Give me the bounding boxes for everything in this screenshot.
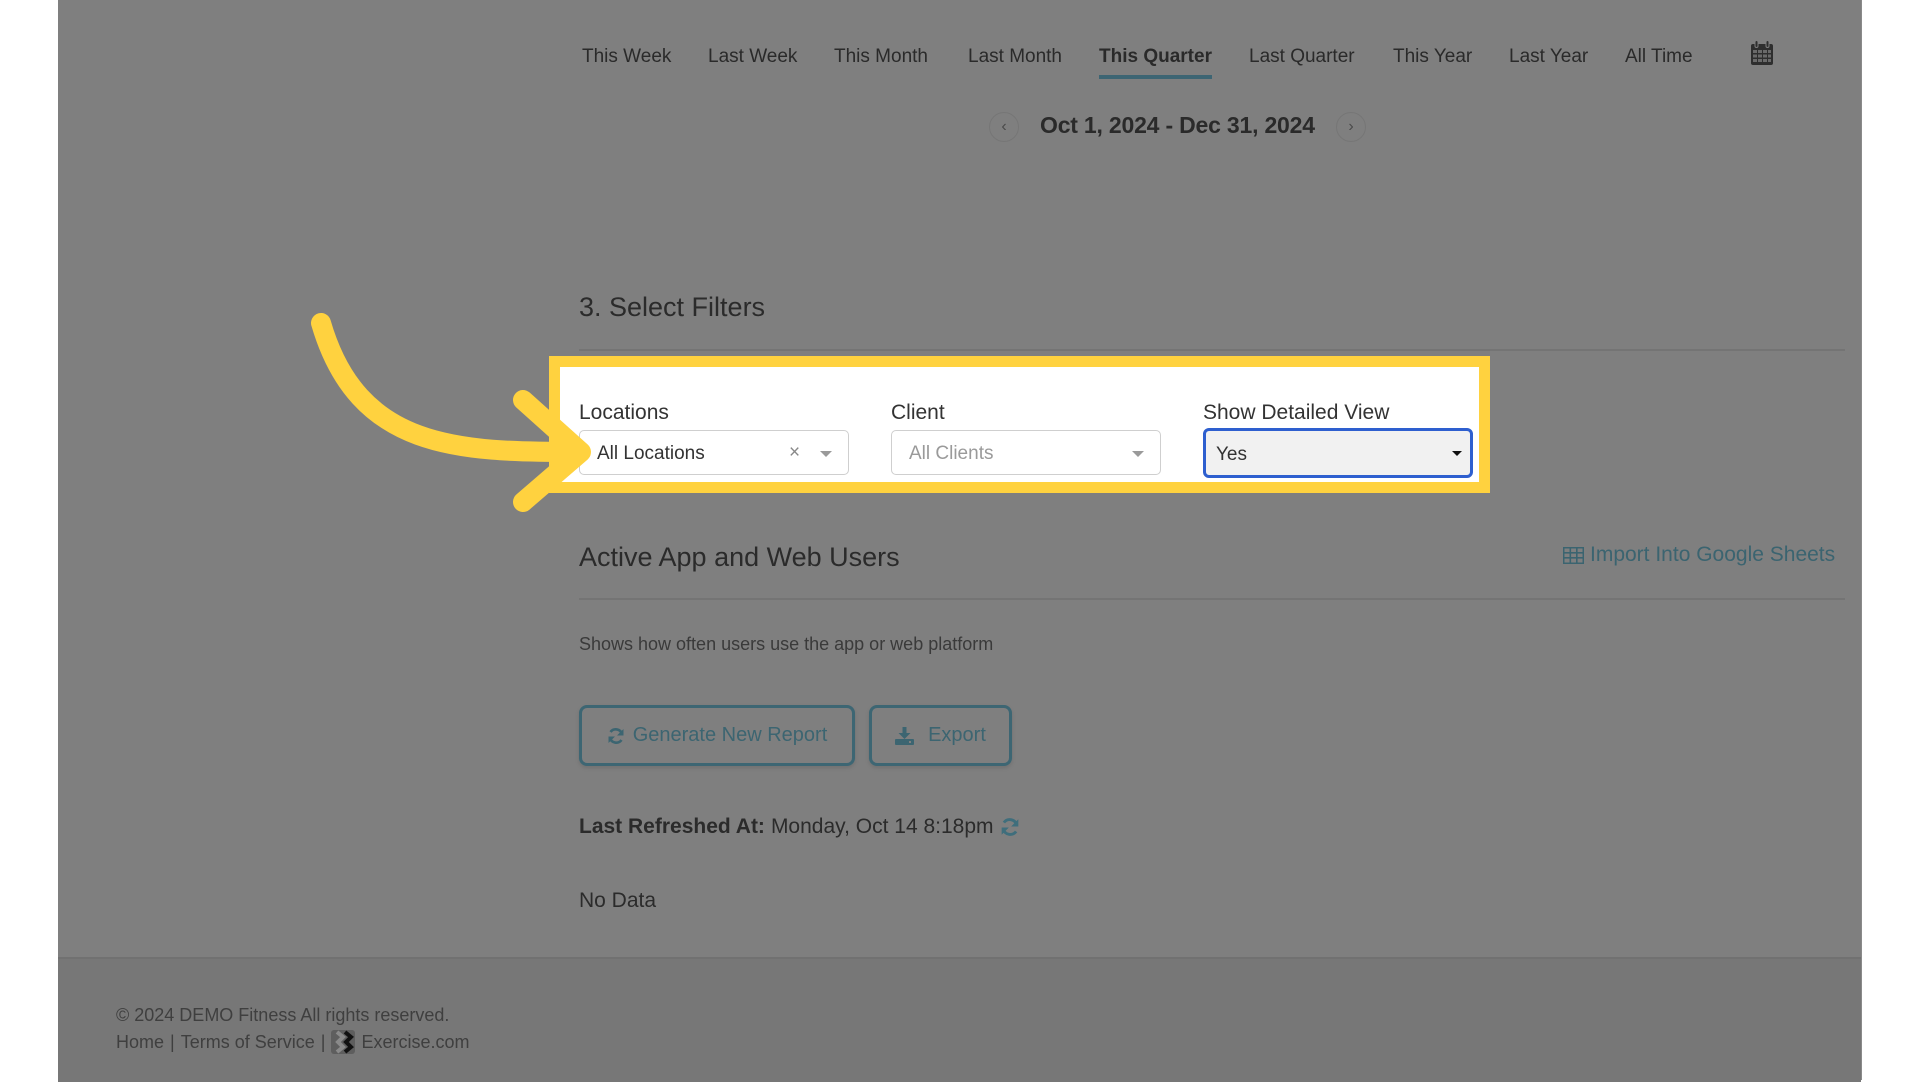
footer-copyright: © 2024 DEMO Fitness All rights reserved. [116,1005,450,1025]
tab-last-month[interactable]: Last Month [968,46,1062,68]
detailed-view-select[interactable]: Yes [1203,428,1473,478]
chevron-down-icon [820,451,832,457]
footer-brand-link[interactable]: Exercise.com [361,1032,469,1053]
exercise-logo-icon [331,1030,356,1054]
download-icon [895,726,915,745]
chevron-right-icon: › [1348,118,1354,135]
generate-report-button[interactable]: Generate New Report [579,705,855,766]
refresh-icon[interactable] [1000,817,1020,837]
locations-select[interactable]: All Locations × [579,430,849,475]
tab-this-month[interactable]: This Month [834,46,928,68]
generate-report-label: Generate New Report [632,724,828,746]
footer-separator: | [320,1031,326,1052]
annotation-arrow-icon [311,313,591,512]
calendar-icon[interactable] [1750,40,1774,66]
table-icon [1563,546,1584,564]
client-placeholder: All Clients [909,443,994,464]
import-google-sheets-label: Import Into Google Sheets [1590,543,1836,566]
caret-down-icon [1452,451,1462,456]
report-divider [579,598,1845,600]
footer: © 2024 DEMO Fitness All rights reserved.… [58,957,1861,1082]
refresh-icon [608,727,624,744]
last-refreshed-value: Monday, Oct 14 8:18pm [770,815,994,838]
chevron-left-icon: ‹ [1001,118,1007,135]
export-label: Export [928,724,986,746]
previous-period-button[interactable]: ‹ [989,112,1019,142]
detailed-view-value: Yes [1216,444,1247,465]
footer-home-link[interactable]: Home [116,1032,164,1053]
export-button[interactable]: Export [869,705,1012,766]
filters-divider [579,349,1845,351]
tab-this-week[interactable]: This Week [582,46,671,68]
footer-links: Home | Terms of Service | Exercise.com [116,1030,469,1054]
footer-separator: | [170,1031,175,1052]
last-refreshed-label: Last Refreshed At: [579,815,765,838]
tab-all-time[interactable]: All Time [1625,46,1693,68]
tab-last-week[interactable]: Last Week [708,46,797,68]
footer-terms-link[interactable]: Terms of Service [181,1032,315,1053]
report-description: Shows how often users use the app or web… [579,634,994,654]
tab-last-year[interactable]: Last Year [1509,46,1588,68]
tab-this-year[interactable]: This Year [1393,46,1472,68]
next-period-button[interactable]: › [1336,112,1366,142]
client-label: Client [891,401,945,424]
tab-this-quarter[interactable]: This Quarter [1099,46,1212,79]
last-refreshed: Last Refreshed At: Monday, Oct 14 8:18pm [579,815,1020,839]
filters-highlight-box: Locations All Locations × Client All Cli… [549,356,1490,493]
chevron-down-icon [1132,451,1144,457]
detailed-view-label: Show Detailed View [1203,401,1390,424]
page-overlay: This Week Last Week This Month Last Mont… [58,0,1862,1082]
import-google-sheets-link[interactable]: Import Into Google Sheets [1563,543,1835,567]
client-select[interactable]: All Clients [891,430,1161,475]
date-range-label: Oct 1, 2024 - Dec 31, 2024 [1040,112,1315,138]
report-title: Active App and Web Users [579,542,900,572]
empty-state: No Data [579,889,657,912]
clear-icon[interactable]: × [789,442,800,464]
tab-last-quarter[interactable]: Last Quarter [1249,46,1355,68]
